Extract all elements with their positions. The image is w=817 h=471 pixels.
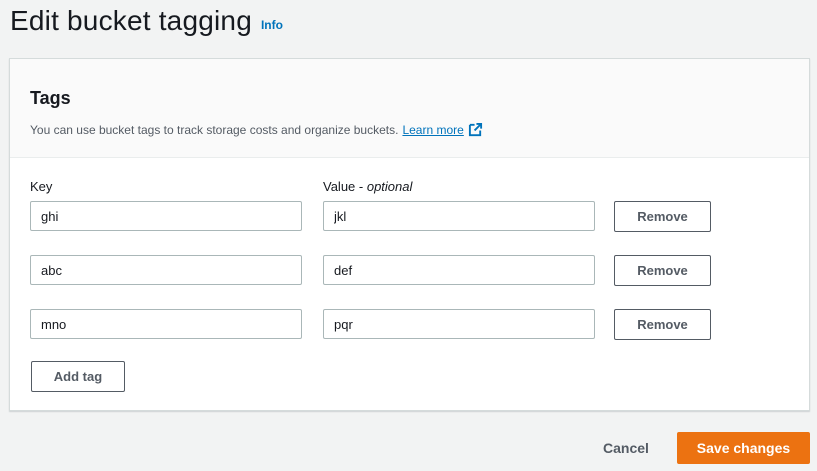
add-tag-button[interactable]: Add tag [31, 361, 125, 392]
page-header: Edit bucket tagging Info [10, 0, 283, 42]
value-label-text: Value - [323, 179, 367, 194]
tag-key-input[interactable] [30, 309, 302, 339]
tag-key-input[interactable] [30, 201, 302, 231]
save-changes-button[interactable]: Save changes [677, 432, 810, 464]
learn-more-link[interactable]: Learn more [402, 123, 463, 137]
external-link-icon[interactable] [468, 122, 483, 137]
panel-description: You can use bucket tags to track storage… [30, 122, 483, 137]
remove-tag-button[interactable]: Remove [614, 255, 711, 286]
panel-header: Tags You can use bucket tags to track st… [10, 59, 809, 158]
page-title: Edit bucket tagging [10, 5, 252, 36]
info-link[interactable]: Info [261, 18, 283, 32]
cancel-button[interactable]: Cancel [592, 433, 660, 463]
key-column-label: Key [30, 179, 53, 194]
panel-title: Tags [30, 88, 71, 108]
tag-value-input[interactable] [323, 255, 595, 285]
learn-more-label: Learn more [402, 122, 464, 137]
tags-panel: Tags You can use bucket tags to track st… [9, 58, 810, 411]
tag-value-input[interactable] [323, 201, 595, 231]
remove-tag-button[interactable]: Remove [614, 201, 711, 232]
value-optional-text: optional [366, 179, 413, 194]
tag-value-input[interactable] [323, 309, 595, 339]
value-column-label: Value - optional [323, 179, 412, 194]
description-text: You can use bucket tags to track storage… [30, 122, 399, 137]
tag-key-input[interactable] [30, 255, 302, 285]
remove-tag-button[interactable]: Remove [614, 309, 711, 340]
